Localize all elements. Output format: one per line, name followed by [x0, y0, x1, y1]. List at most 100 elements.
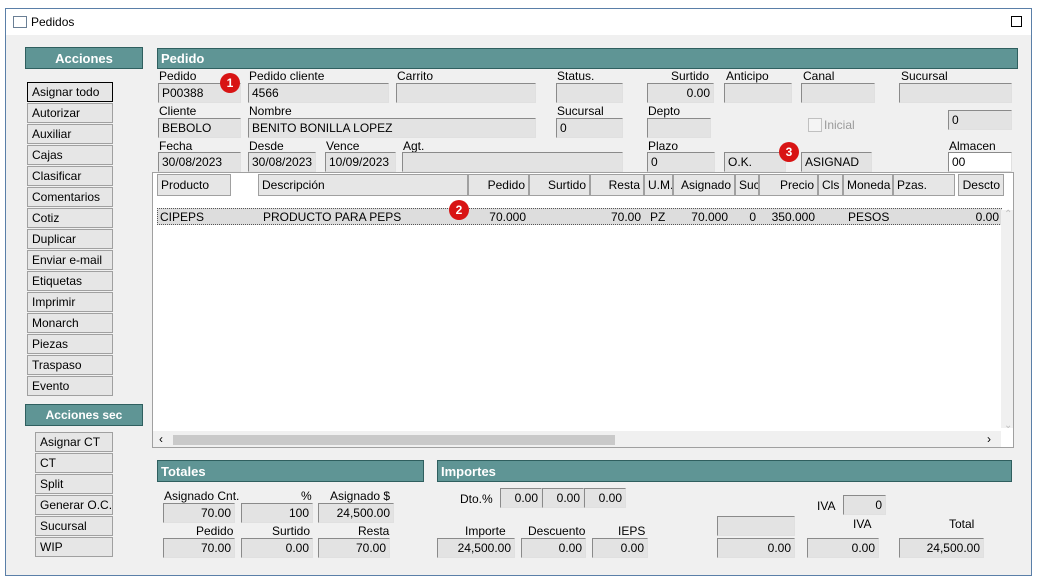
total-label: Total: [949, 517, 975, 531]
sidebar-item-piezas[interactable]: Piezas: [27, 334, 113, 354]
cell-resta: 70.00: [610, 210, 641, 224]
vence-field[interactable]: 10/09/2023: [325, 152, 396, 172]
carrito-field[interactable]: [396, 83, 536, 103]
dto-label: Dto.%: [460, 492, 493, 506]
col-pedido[interactable]: Pedido: [468, 174, 529, 196]
horizontal-scroll-thumb[interactable]: [173, 435, 615, 445]
pedido-cliente-field[interactable]: 4566: [248, 83, 389, 103]
cliente-label: Cliente: [159, 104, 197, 118]
annotation-badge-3: 3: [779, 142, 799, 162]
sidebar-item-evento[interactable]: Evento: [27, 376, 113, 396]
sidebar-item-enviar-e-mail[interactable]: Enviar e-mail: [27, 250, 113, 270]
annotation-badge-2: 2: [449, 200, 469, 220]
sidebar-item-traspaso[interactable]: Traspaso: [27, 355, 113, 375]
ieps-label: IEPS: [618, 524, 646, 538]
sucursal2-field[interactable]: 0: [556, 118, 623, 138]
vence-label: Vence: [326, 139, 360, 153]
sidebar-item-monarch[interactable]: Monarch: [27, 313, 113, 333]
acciones-sec-header: Acciones sec: [25, 404, 143, 426]
sec-item-split[interactable]: Split: [35, 474, 113, 494]
ok-field: O.K.: [724, 152, 786, 172]
inicial-checkbox[interactable]: [808, 118, 822, 132]
descuento-label: Descuento: [528, 524, 586, 538]
desde-label: Desde: [249, 139, 284, 153]
plazo-field[interactable]: 0: [647, 152, 715, 172]
inicial-label: Inicial: [824, 118, 855, 132]
scroll-right-icon[interactable]: ›: [987, 432, 991, 446]
sec-item-asignar-ct[interactable]: Asignar CT: [35, 432, 113, 452]
agt-field[interactable]: [402, 152, 623, 172]
scroll-left-icon[interactable]: ‹: [159, 432, 163, 446]
col-suc[interactable]: Suc: [735, 174, 759, 196]
sucursal-field[interactable]: [899, 83, 1012, 103]
sidebar-item-etiquetas[interactable]: Etiquetas: [27, 271, 113, 291]
sidebar-item-cajas[interactable]: Cajas: [27, 145, 113, 165]
dto3-field[interactable]: 0.00: [584, 488, 626, 508]
sidebar-item-autorizar[interactable]: Autorizar: [27, 103, 113, 123]
fecha-field[interactable]: 30/08/2023: [158, 152, 241, 172]
sec-item-sucursal[interactable]: Sucursal: [35, 516, 113, 536]
almacen-label: Almacen: [949, 139, 996, 153]
right-field[interactable]: 0: [948, 110, 1012, 130]
sec-item-generar-o-c-[interactable]: Generar O.C.: [35, 495, 113, 515]
cliente-field[interactable]: BEBOLO: [158, 118, 241, 138]
sidebar-item-clasificar[interactable]: Clasificar: [27, 166, 113, 186]
anticipo-field[interactable]: [724, 83, 792, 103]
sidebar-item-auxiliar[interactable]: Auxiliar: [27, 124, 113, 144]
dto1-field[interactable]: 0.00: [500, 488, 542, 508]
col-precio[interactable]: Precio: [759, 174, 818, 196]
asignado-s-field: 24,500.00: [318, 503, 394, 523]
col-descripcion[interactable]: Descripción: [258, 174, 468, 196]
col-pzas[interactable]: Pzas.: [893, 174, 955, 196]
col-cls[interactable]: Cls: [818, 174, 843, 196]
desde-field[interactable]: 30/08/2023: [248, 152, 316, 172]
cell-descripcion: PRODUCTO PARA PEPS: [263, 210, 402, 224]
scroll-up-icon[interactable]: ⌃: [1004, 209, 1012, 220]
blank-field: [717, 516, 795, 536]
surtido-field[interactable]: 0.00: [647, 83, 714, 103]
iva-pct-label: IVA: [817, 499, 836, 513]
extra-field: 0.00: [717, 538, 795, 558]
order-lines-grid: Producto Descripción Pedido Surtido Rest…: [152, 172, 1014, 448]
anticipo-label: Anticipo: [726, 69, 769, 83]
sec-item-wip[interactable]: WIP: [35, 537, 113, 557]
scroll-down-icon[interactable]: ⌄: [1004, 420, 1012, 431]
sidebar-item-comentarios[interactable]: Comentarios: [27, 187, 113, 207]
window-title: Pedidos: [31, 15, 75, 29]
cell-producto: CIPEPS: [160, 210, 205, 224]
asignado-cnt-label: Asignado Cnt.: [164, 489, 240, 503]
col-um[interactable]: U.M.: [644, 174, 673, 196]
sucursal2-label: Sucursal: [557, 104, 604, 118]
title-bar: Pedidos: [6, 9, 1031, 35]
depto-field[interactable]: [647, 118, 711, 138]
canal-field[interactable]: [801, 83, 875, 103]
maximize-icon[interactable]: [1011, 16, 1022, 27]
sidebar-item-imprimir[interactable]: Imprimir: [27, 292, 113, 312]
dto2-field[interactable]: 0.00: [542, 488, 584, 508]
almacen-field[interactable]: 00: [948, 152, 1012, 172]
col-descto[interactable]: Descto: [958, 174, 1004, 196]
status-field[interactable]: [556, 83, 623, 103]
nombre-field[interactable]: BENITO BONILLA LOPEZ: [248, 118, 536, 138]
vertical-scrollbar[interactable]: [1001, 210, 1013, 428]
iva-label: IVA: [853, 517, 872, 531]
importe-field: 24,500.00: [437, 538, 515, 558]
col-producto[interactable]: Producto: [157, 174, 231, 196]
col-resta[interactable]: Resta: [590, 174, 644, 196]
cell-descto: 0.00: [975, 210, 999, 224]
surtido-label: Surtido: [671, 69, 710, 83]
plazo-label: Plazo: [648, 139, 679, 153]
iva-pct-field[interactable]: 0: [843, 495, 886, 515]
acciones-header: Acciones: [25, 47, 143, 69]
sec-item-ct[interactable]: CT: [35, 453, 113, 473]
depto-label: Depto: [648, 104, 681, 118]
status-label: Status.: [557, 69, 595, 83]
cell-pzas: [893, 208, 955, 225]
sidebar-item-asignar-todo[interactable]: Asignar todo: [27, 82, 113, 102]
col-asignado[interactable]: Asignado: [673, 174, 735, 196]
asignado-cnt-field: 70.00: [163, 503, 235, 523]
sidebar-item-cotiz[interactable]: Cotiz: [27, 208, 113, 228]
col-surtido[interactable]: Surtido: [529, 174, 590, 196]
sidebar-item-duplicar[interactable]: Duplicar: [27, 229, 113, 249]
col-moneda[interactable]: Moneda: [843, 174, 893, 196]
